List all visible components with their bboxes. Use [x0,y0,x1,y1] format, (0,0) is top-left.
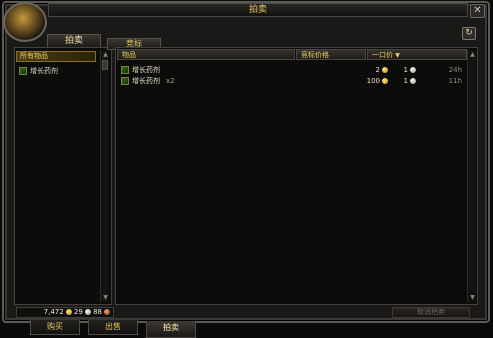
close-button[interactable]: ✕ [470,4,485,18]
item-name: 增长药剂 [132,77,160,85]
category-all-items[interactable]: 所有物品 [16,51,96,62]
scroll-thumb[interactable] [102,60,108,70]
auction-row[interactable]: 增长药剂 x2 100 1 11h [121,76,466,87]
category-item-label: 增长药剂 [30,67,58,75]
scroll-down-icon[interactable]: ▼ [469,294,476,301]
scroll-up-icon[interactable]: ▲ [102,51,109,58]
bid-gold: 100 [367,76,388,86]
potion-icon [19,67,27,75]
time-left: 24h [448,66,462,74]
tab-auctions-left[interactable]: 拍卖 [47,34,101,48]
column-bid[interactable]: 竞标价格 [296,49,366,60]
category-scrollbar[interactable]: ▲ ▼ [100,50,109,302]
silver-coin-icon [410,78,416,84]
column-item[interactable]: 物品 [117,49,295,60]
money-gold: 7,472 [43,308,64,316]
gold-coin-icon [65,309,72,315]
portrait-icon [3,2,47,42]
silver-coin-icon [84,309,91,315]
column-buyout-label: 一口价 [372,51,393,59]
silver-coin-icon [410,67,416,73]
bid-silver: 1 [404,65,416,75]
tab-browse[interactable]: 购买 [30,320,80,335]
window-title: 拍卖 [48,3,468,17]
money-copper: 88 [93,308,102,316]
scroll-down-icon[interactable]: ▼ [102,294,109,301]
sort-arrow-icon: ▼ [395,52,400,59]
bid-silver: 1 [404,76,416,86]
item-name: 增长药剂 [132,66,160,74]
auction-row[interactable]: 增长药剂 2 1 24h [121,65,466,76]
money-silver: 29 [73,308,83,316]
column-buyout[interactable]: 一口价 ▼ [367,49,467,60]
cancel-auction-button[interactable]: 取消拍卖 [392,307,470,318]
auction-scrollbar[interactable]: ▲ ▼ [467,50,476,302]
time-left: 11h [448,77,462,85]
bid-gold: 2 [376,65,388,75]
tab-sell[interactable]: 出售 [88,320,138,335]
scroll-up-icon[interactable]: ▲ [469,51,476,58]
gold-coin-icon [382,67,388,73]
gold-coin-icon [382,78,388,84]
money-display: 7,472 29 88 [16,307,114,318]
category-list: 所有物品 增长药剂 ▲ ▼ [14,47,112,305]
auction-list: 物品 竞标价格 一口价 ▼ 增长药剂 2 1 24h 增长药剂 x2 100 1… [115,47,478,305]
category-item[interactable]: 增长药剂 [19,66,58,76]
item-quantity: x2 [166,77,175,85]
copper-coin-icon [104,309,110,315]
refresh-button[interactable]: ↻ [462,27,476,40]
tab-auctions[interactable]: 拍卖 [146,321,196,338]
potion-icon [121,77,129,85]
potion-icon [121,66,129,74]
